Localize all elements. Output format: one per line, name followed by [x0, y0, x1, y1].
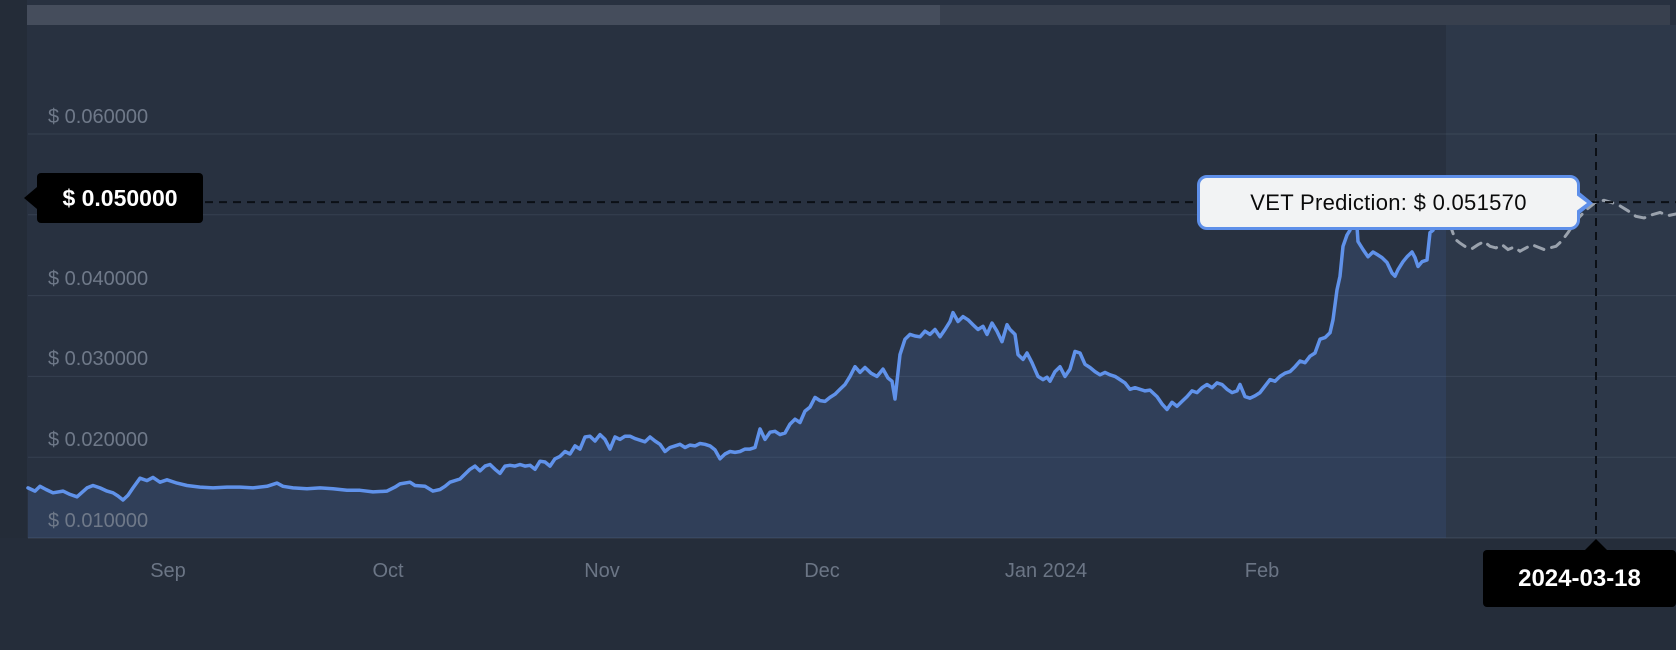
date-label-arrow-icon [1585, 539, 1607, 550]
price-chart-panel: $ 0.060000 $ 0.040000 $ 0.030000 $ 0.020000… [0, 0, 1676, 650]
prediction-tooltip: VET Prediction: $ 0.051570 [1197, 175, 1593, 230]
prediction-tooltip-text: VET Prediction: $ 0.051570 [1250, 189, 1527, 215]
price-chart[interactable] [0, 0, 1676, 650]
y-axis-tick-label: $ 0.010000 [48, 510, 149, 532]
y-axis-tick-label: $ 0.030000 [48, 348, 149, 371]
tooltip-pointer-inner-icon [1575, 193, 1587, 212]
date-crosshair-value: 2024-03-18 [1518, 564, 1641, 592]
x-axis-tick-label: Jan 2024 [1004, 560, 1088, 582]
y-axis-tick-label: $ 0.060000 [48, 106, 149, 128]
y-axis-tick-label: $ 0.040000 [48, 267, 149, 290]
date-crosshair-label: 2024-03-18 [1483, 539, 1676, 607]
x-axis-tick-label: Oct [372, 560, 404, 582]
x-axis-tick-label: Nov [584, 560, 620, 582]
x-axis-tick-label: Sep [150, 560, 186, 582]
y-axis-tick-label: $ 0.020000 [48, 429, 149, 452]
prediction-zone-band [1446, 25, 1676, 538]
price-label-arrow-icon [24, 187, 37, 209]
x-axis-tick-label: Feb [1244, 560, 1280, 582]
price-crosshair-label: $ 0.050000 [24, 173, 203, 223]
x-axis-tick-label: Dec [804, 560, 840, 582]
price-crosshair-value: $ 0.050000 [62, 184, 178, 211]
